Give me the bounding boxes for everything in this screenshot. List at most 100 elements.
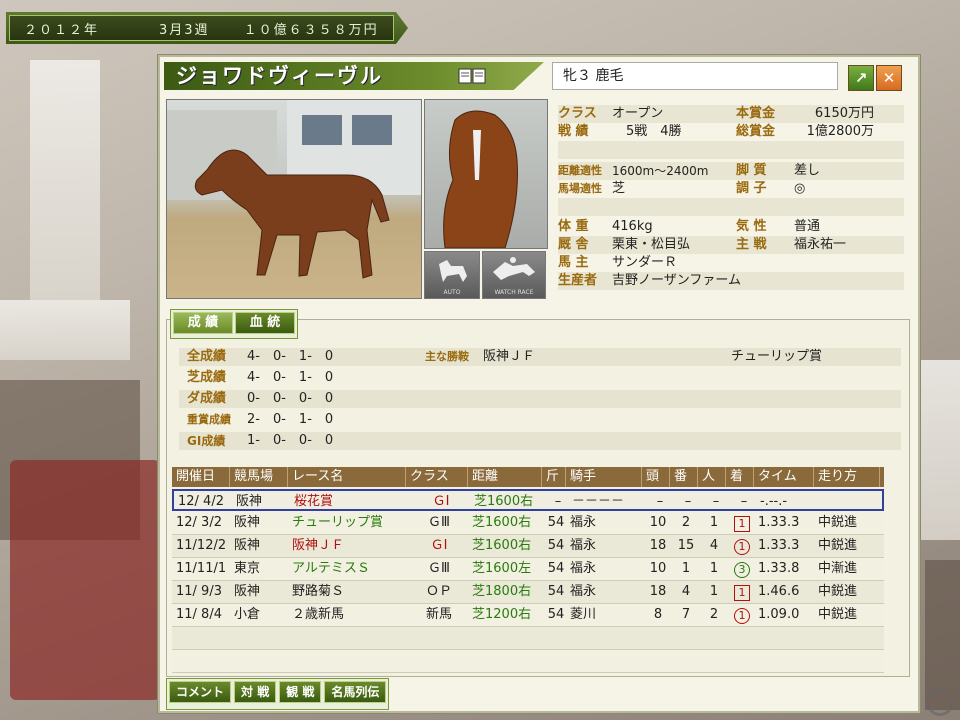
status-bar: ２０１２年 3月3週 １０億６３５８万円 [6,12,408,44]
horse-silhouette-icon [439,260,467,282]
g1-record-value: 1- 0- 0- 0 [247,433,334,448]
leg-type-value: 差し [794,163,821,178]
distance-value: 1600m〜2400m [612,164,709,178]
cell-style: 中鋭進 [818,538,858,553]
column-header-course[interactable]: 競馬場 [230,467,288,487]
close-icon: ✕ [882,69,896,87]
horse-info-panel: ジョワドヴィーヴル 牝３ 鹿毛 ↗ ✕ AUTO WATCH RACE クラス [158,55,920,713]
table-row[interactable]: 12/ 4/2 阪神 桜花賞 ＧⅠ 芝1600右 – －－－－ – – – – -.--.- [172,489,884,511]
cell-cls: ＯＰ [425,584,452,599]
turf-record-value: 4- 0- 1- 0 [247,370,334,385]
auto-button[interactable]: AUTO [424,251,480,299]
table-row[interactable]: 11/12/2 阪神 阪神ＪＦ ＧⅠ 芝1600右 54 福永 18 15 4 1 1.33.3 中鋭進 [172,535,884,558]
book-icon[interactable] [458,67,486,85]
column-header-place[interactable]: 着 [726,467,754,487]
stable-label: 厩 舎 [558,237,589,252]
column-header-heads[interactable]: 頭 [642,467,670,487]
column-header-time[interactable]: タイム [754,467,814,487]
column-header-cls[interactable]: クラス [406,467,468,487]
column-header-race[interactable]: レース名 [288,467,406,487]
jockey-value: 福永祐一 [794,237,847,252]
jump-button[interactable]: ↗ [848,65,874,91]
main-win-2: チューリップ賞 [731,349,823,364]
prize-label: 本賞金 [736,106,776,121]
watch-race-button[interactable]: WATCH RACE [482,251,546,299]
finish-badge: 1 [734,516,750,532]
cell-time: 1.33.3 [758,538,800,553]
cell-place: – [740,494,748,509]
total-prize-value: 1億2800万円 [806,124,874,157]
cell-course: 阪神 [236,494,263,509]
column-header-style[interactable]: 走り方 [814,467,880,487]
table-row[interactable]: 11/11/1 東京 アルテミスＳ ＧⅢ 芝1600左 54 福永 10 1 1 3 1.33.8 中漸… [172,558,884,581]
cell-pop: 4 [709,538,719,553]
table-row[interactable] [172,650,884,673]
cell-cls: ＧⅢ [428,515,450,530]
comment-button[interactable]: コメント [169,681,232,703]
cell-heads: – [656,494,664,509]
column-header-date[interactable]: 開催日 [172,467,230,487]
column-header-dist[interactable]: 距離 [468,467,542,487]
racing-horse-icon [493,257,535,280]
all-record-value: 4- 0- 1- 0 [247,349,334,364]
bottom-toolbar: コメント 対 戦 観 戦 名馬列伝 [166,678,390,710]
cell-jockey: 福永 [570,515,597,530]
class-label: クラス [558,106,597,121]
close-button[interactable]: ✕ [876,65,902,91]
cell-race: 阪神ＪＦ [292,538,345,553]
tab-results[interactable]: 成 績 [173,312,233,334]
cell-kin: 54 [547,561,565,576]
auto-label: AUTO [443,289,461,296]
dirt-record-value: 0- 0- 0- 0 [247,391,334,406]
cell-time: 1.09.0 [758,607,800,622]
cell-kin: 54 [547,584,565,599]
condition-value: ◎ [794,181,806,196]
cell-cls: ＧⅠ [432,494,450,509]
cell-pop: 2 [709,607,719,622]
record-value: 5戦 4勝 [626,124,682,139]
cell-style: 中鋭進 [818,584,858,599]
cell-pop: 1 [709,561,719,576]
breeder-value: 吉野ノーザンファーム [612,273,741,288]
column-header-kin[interactable]: 斤 [542,467,566,487]
horse-name: ジョワドヴィーヴル [164,62,544,90]
table-row[interactable]: 11/ 8/4 小倉 ２歳新馬 新馬 芝1200右 54 菱川 8 7 2 1 1.09.0 中鋭進 [172,604,884,627]
cell-pop: – [712,494,720,509]
cell-place: 1 [730,581,754,603]
cell-course: 阪神 [234,515,261,530]
cell-course: 阪神 [234,538,261,553]
table-header: 開催日 競馬場 レース名 クラス 距離斤騎手頭番人着タイム 走り方 [172,467,884,487]
finish-badge: 1 [734,608,750,624]
cell-dist: 芝1600左 [472,561,532,576]
cell-time: 1.33.8 [758,561,800,576]
cell-num: 1 [681,561,691,576]
owner-label: 馬 主 [558,255,589,270]
distance-label: 距離適性 [558,164,602,177]
cell-cls: ＧⅢ [428,561,450,576]
cell-date: 12/ 3/2 [176,515,222,530]
table-row[interactable] [172,627,884,650]
class-value: オープン [612,106,664,121]
cell-race: チューリップ賞 [292,515,384,530]
cell-place: 1 [730,604,754,626]
column-header-pop[interactable]: 人 [698,467,726,487]
cell-num: 4 [681,584,691,599]
column-header-jockey[interactable]: 騎手 [566,467,642,487]
owner-value: サンダーＲ [612,255,678,270]
spectate-button[interactable]: 観 戦 [279,681,322,703]
prize-value: 6150万円 [814,106,874,121]
main-win-1: 阪神ＪＦ [483,349,536,364]
legend-button[interactable]: 名馬列伝 [324,681,387,703]
cell-heads: 10 [649,515,667,530]
finish-badge: 1 [734,585,750,601]
arrow-icon: ↗ [854,69,868,87]
table-row[interactable]: 11/ 9/3 阪神 野路菊Ｓ ＯＰ 芝1800右 54 福永 18 4 1 1 1.46.6 中鋭進 [172,581,884,604]
turf-record-label: 芝成績 [187,370,227,385]
table-row[interactable]: 12/ 3/2 阪神 チューリップ賞 ＧⅢ 芝1600右 54 福永 10 2 1 1 1.33.3 中… [172,512,884,535]
column-header-num[interactable]: 番 [670,467,698,487]
cell-kin: 54 [547,607,565,622]
tab-pedigree[interactable]: 血 統 [235,312,295,334]
match-button[interactable]: 対 戦 [234,681,277,703]
cell-heads: 18 [649,584,667,599]
track-label: 馬場適性 [558,182,602,195]
